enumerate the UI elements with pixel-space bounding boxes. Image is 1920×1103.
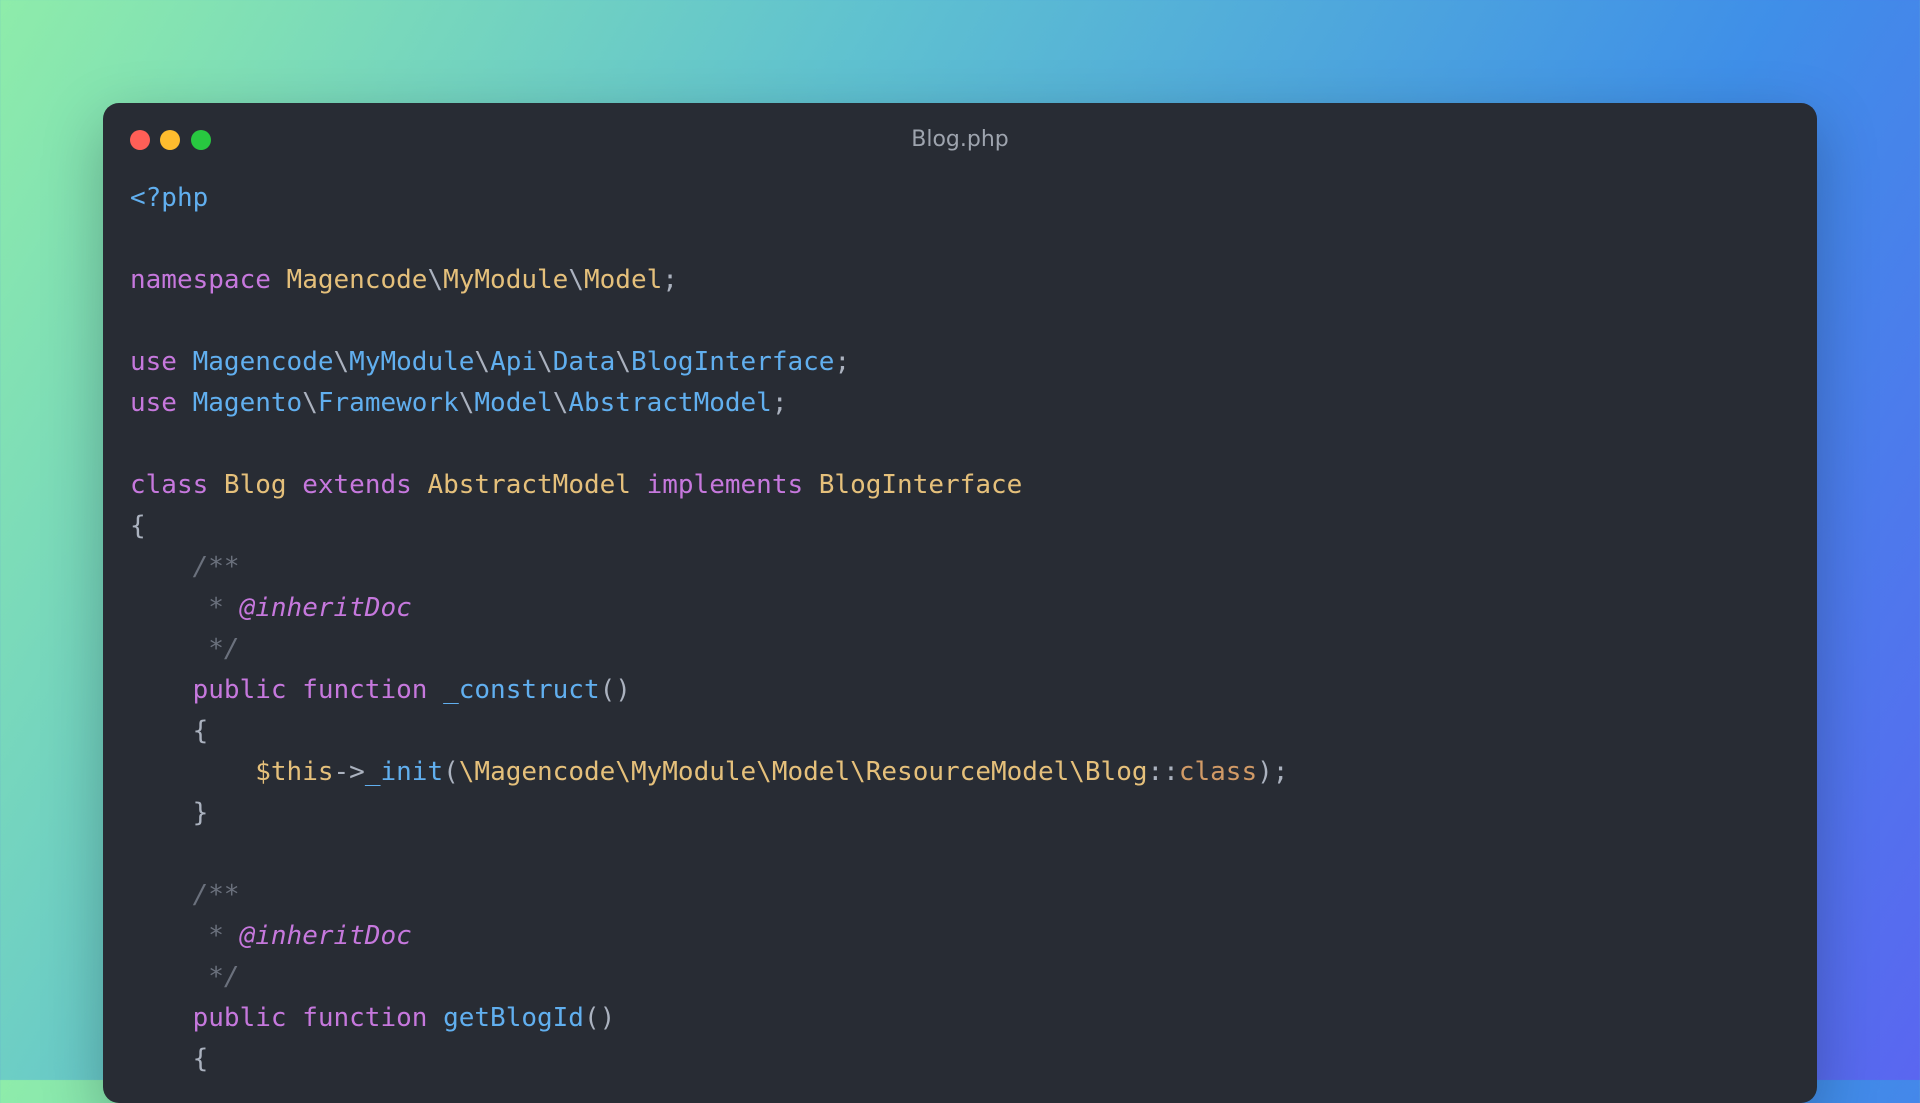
code-token: /** (130, 880, 240, 910)
code-line: public function _construct() (130, 670, 1797, 711)
code-token: { (130, 1044, 209, 1074)
code-token: Framework (317, 388, 459, 418)
code-line: /** (130, 875, 1797, 916)
code-token: $this (255, 757, 334, 787)
code-token: \ (302, 388, 318, 418)
code-token: { (130, 511, 146, 541)
code-token: ; (771, 388, 788, 418)
code-token: * (130, 921, 240, 951)
code-token: /** (130, 552, 240, 582)
code-token: getBlogId (443, 1003, 584, 1033)
code-token: \ (615, 347, 631, 377)
code-editor[interactable]: <?php namespace Magencode\MyModule\Model;… (130, 178, 1797, 1080)
code-line: { (130, 1039, 1797, 1080)
code-token: <?php (130, 183, 209, 213)
code-token: Model (474, 388, 553, 418)
code-token: public (130, 675, 303, 705)
code-token: BlogInterface (818, 470, 1023, 500)
code-token: \ (458, 388, 475, 418)
code-token: ( (443, 757, 459, 787)
code-token: () (583, 1003, 616, 1033)
code-token: -> (333, 757, 365, 787)
code-token: class (1178, 757, 1258, 787)
code-token: */ (130, 962, 240, 992)
code-token: () (599, 675, 631, 705)
code-token: namespace (130, 265, 287, 295)
code-line: public function getBlogId() (130, 998, 1797, 1039)
code-token: \ (568, 265, 584, 295)
code-token: :: (1147, 757, 1179, 787)
code-token: use (130, 347, 193, 377)
code-line: { (130, 711, 1797, 752)
code-token: BlogInterface (630, 347, 835, 377)
code-token: Api (490, 347, 538, 377)
code-token: AbstractModel (568, 388, 772, 418)
code-line: * @inheritDoc (130, 916, 1797, 957)
code-line: { (130, 506, 1797, 547)
code-token: Model (583, 265, 663, 295)
code-line: $this->_init(\Magencode\MyModule\Model\R… (130, 752, 1797, 793)
code-token: ; (834, 347, 851, 377)
code-token: @inheritDoc (239, 921, 412, 951)
code-line: <?php (130, 178, 1797, 219)
code-token: use (130, 388, 193, 418)
code-token: */ (130, 634, 240, 664)
code-token: class (130, 470, 224, 500)
code-token: _construct (443, 675, 600, 705)
code-token: Data (552, 347, 616, 377)
code-token: \ (552, 388, 569, 418)
window-titlebar: Blog.php (103, 103, 1817, 175)
window-title: Blog.php (911, 127, 1009, 152)
code-token: implements (646, 470, 819, 500)
code-line: * @inheritDoc (130, 588, 1797, 629)
code-token: AbstractModel (427, 470, 647, 500)
code-token: { (130, 716, 209, 746)
code-line: use Magento\Framework\Model\AbstractMode… (130, 383, 1797, 424)
code-line: /** (130, 547, 1797, 588)
code-token: ; (662, 265, 678, 295)
code-token: MyModule (349, 347, 475, 377)
code-token: Magencode (192, 347, 334, 377)
code-token: function (302, 675, 444, 705)
code-token: Magencode (286, 265, 428, 295)
code-token: \Magencode\MyModule\Model\ResourceModel\… (458, 757, 1148, 787)
code-token: @inheritDoc (239, 593, 412, 623)
code-token: MyModule (443, 265, 569, 295)
code-window: Blog.php <?php namespace Magencode\MyModu… (103, 103, 1817, 1103)
code-token: \ (474, 347, 491, 377)
code-line: */ (130, 957, 1797, 998)
code-token: * (130, 593, 240, 623)
code-token: } (130, 798, 209, 828)
code-token: \ (537, 347, 553, 377)
code-token: \ (333, 347, 350, 377)
code-line: namespace Magencode\MyModule\Model; (130, 260, 1797, 301)
code-token: public (130, 1003, 303, 1033)
code-token: Blog (223, 470, 303, 500)
code-token: Magento (192, 388, 303, 418)
code-line: use Magencode\MyModule\Api\Data\BlogInte… (130, 342, 1797, 383)
code-token: _init (364, 757, 444, 787)
code-line: class Blog extends AbstractModel impleme… (130, 465, 1797, 506)
code-token: function (302, 1003, 444, 1033)
code-line: } (130, 793, 1797, 834)
code-token: extends (302, 470, 428, 500)
code-token: ); (1257, 757, 1289, 787)
code-line: */ (130, 629, 1797, 670)
code-token: \ (427, 265, 444, 295)
